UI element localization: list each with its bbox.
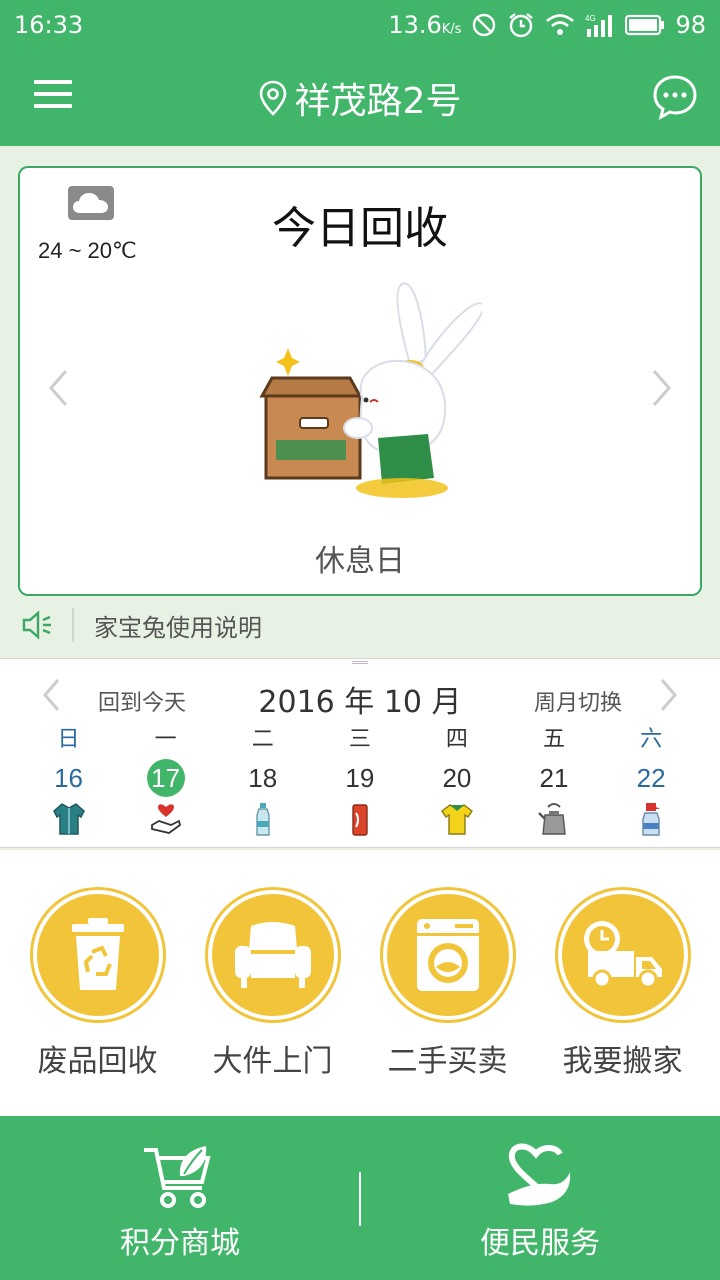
chevron-right-icon[interactable] bbox=[650, 368, 674, 408]
weekday-label: 二 bbox=[251, 727, 274, 752]
shirt-icon bbox=[440, 804, 473, 835]
sofa-icon bbox=[234, 922, 311, 988]
guide-link[interactable]: 家宝兔使用说明 bbox=[94, 608, 262, 643]
service-grid: 废品回收 大件上门 二手买卖 我要搬家 bbox=[0, 850, 720, 1116]
day-number: 20 bbox=[442, 762, 472, 793]
nav-points-mall[interactable]: 积分商城 bbox=[0, 1116, 360, 1280]
today-recycle-card[interactable]: 24 ~ 20℃ 今日回收 休息日 bbox=[18, 166, 702, 596]
user-guide-row[interactable]: 家宝兔使用说明 bbox=[0, 598, 720, 652]
drag-handle[interactable] bbox=[352, 661, 368, 664]
day-number: 19 bbox=[345, 762, 375, 793]
week-month-toggle[interactable]: 周月切换 bbox=[534, 685, 622, 717]
service-label: 二手买卖 bbox=[387, 1044, 508, 1079]
weekday-label: 一 bbox=[154, 727, 177, 752]
signal-4g-icon: 4G bbox=[585, 14, 613, 37]
alarm-icon bbox=[509, 13, 534, 38]
calendar-day[interactable]: 六 22 bbox=[603, 725, 700, 837]
weekday-label: 四 bbox=[445, 727, 468, 752]
service-label: 我要搬家 bbox=[562, 1044, 683, 1079]
washing-machine-icon bbox=[416, 919, 479, 991]
service-moving[interactable]: 我要搬家 bbox=[538, 850, 708, 1116]
location-selector[interactable]: 祥茂路2号 bbox=[0, 72, 720, 124]
recycle-calendar: 回到今天 2016 年 10 月 周月切换 日 16 一 17 二 18 三 1… bbox=[0, 658, 720, 848]
card-title: 今日回收 bbox=[272, 203, 448, 254]
rabbit-mascot-image bbox=[259, 282, 482, 498]
heart-hand-icon bbox=[150, 804, 181, 834]
battery-icon bbox=[625, 14, 665, 36]
weekday-label: 五 bbox=[543, 727, 566, 752]
app-bar: 祥茂路2号 bbox=[0, 50, 720, 146]
svg-text:4G: 4G bbox=[585, 14, 596, 23]
service-label: 废品回收 bbox=[37, 1044, 158, 1079]
nav-label: 积分商城 bbox=[120, 1226, 240, 1261]
calendar-day[interactable]: 二 18 bbox=[214, 725, 311, 837]
nav-label: 便民服务 bbox=[480, 1226, 600, 1261]
calendar-day[interactable]: 四 20 bbox=[408, 725, 505, 837]
service-second-hand[interactable]: 二手买卖 bbox=[363, 850, 533, 1116]
spray-bottle-icon bbox=[642, 803, 661, 836]
service-waste-recycle[interactable]: 废品回收 bbox=[13, 850, 183, 1116]
speaker-icon bbox=[22, 610, 51, 640]
weekday-label: 六 bbox=[640, 727, 663, 752]
calendar-day[interactable]: 日 16 bbox=[20, 725, 117, 837]
chevron-left-icon[interactable] bbox=[46, 368, 70, 408]
kettle-icon bbox=[538, 803, 566, 835]
weekday-label: 日 bbox=[57, 727, 80, 752]
weekday-label: 三 bbox=[348, 727, 371, 752]
day-number: 18 bbox=[248, 762, 278, 793]
chevron-right-icon[interactable] bbox=[658, 677, 680, 713]
chat-icon[interactable] bbox=[652, 74, 698, 120]
calendar-week: 日 16 一 17 二 18 三 19 四 20 五 21 六 22 bbox=[20, 725, 700, 837]
status-time: 16:33 bbox=[14, 11, 84, 39]
day-number: 16 bbox=[54, 762, 83, 793]
shopping-cart-icon bbox=[144, 1146, 211, 1208]
heart-hand-icon bbox=[508, 1143, 571, 1206]
divider bbox=[72, 608, 74, 642]
calendar-day[interactable]: 五 21 bbox=[505, 725, 602, 837]
day-number: 21 bbox=[539, 762, 569, 793]
battery-level: 98 bbox=[675, 11, 706, 39]
calendar-day[interactable]: 三 19 bbox=[311, 725, 408, 837]
nav-convenience-service[interactable]: 便民服务 bbox=[360, 1116, 720, 1280]
location-pin-icon bbox=[259, 80, 286, 116]
status-bar: 16:33 13.6K/s 4G 98 bbox=[0, 0, 720, 50]
recycle-status: 休息日 bbox=[315, 544, 405, 579]
moving-truck-icon bbox=[583, 921, 662, 989]
network-speed: 13.6K/s bbox=[388, 11, 462, 39]
bottle-icon bbox=[256, 803, 270, 836]
clothes-icon bbox=[52, 803, 85, 835]
location-text: 祥茂路2号 bbox=[294, 81, 462, 122]
divider bbox=[359, 1172, 361, 1226]
service-label: 大件上门 bbox=[212, 1044, 333, 1079]
calendar-day[interactable]: 一 17 bbox=[117, 725, 214, 837]
day-number-today: 17 bbox=[146, 759, 185, 797]
status-icons: 13.6K/s 4G 98 bbox=[388, 11, 706, 39]
silent-icon bbox=[473, 13, 496, 37]
day-number: 22 bbox=[636, 762, 666, 793]
wifi-icon bbox=[546, 14, 575, 35]
recycle-bin-icon bbox=[71, 918, 124, 990]
bottom-nav: 积分商城 便民服务 bbox=[0, 1116, 720, 1280]
service-large-item[interactable]: 大件上门 bbox=[188, 850, 358, 1116]
can-icon bbox=[352, 804, 368, 836]
